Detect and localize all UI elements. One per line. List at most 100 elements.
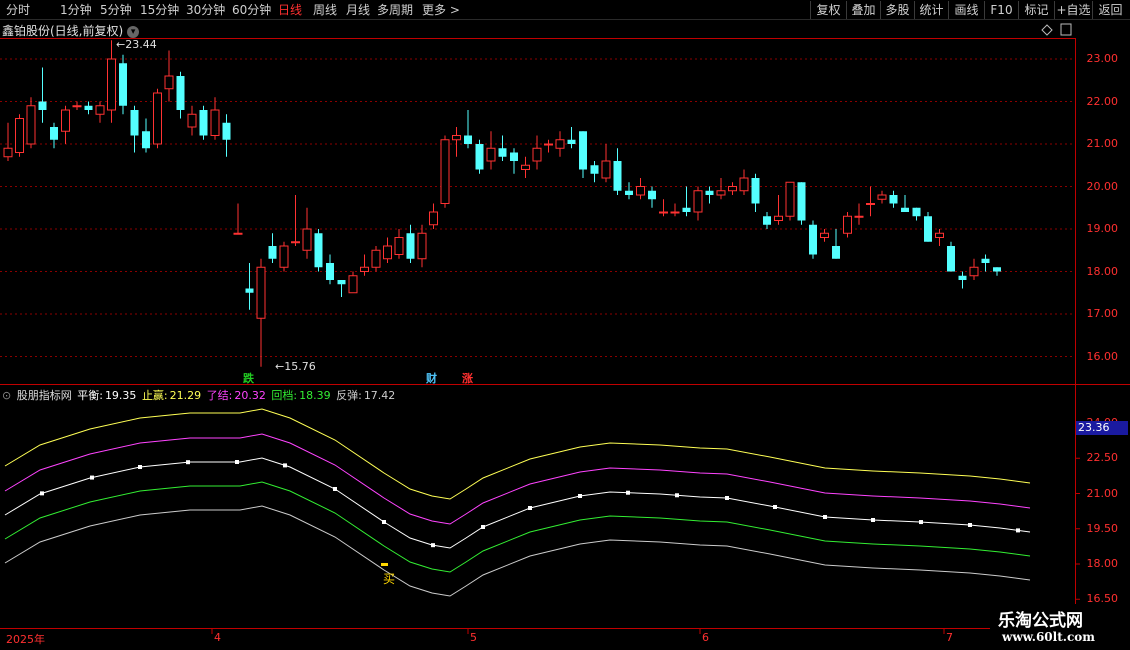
diamond-icon[interactable] bbox=[1041, 24, 1053, 36]
ind-value-balance: 19.35 bbox=[104, 389, 137, 402]
event-flag-rise[interactable]: 涨 bbox=[462, 370, 473, 386]
buy-signal: 买 bbox=[383, 572, 396, 586]
candle-body-down bbox=[625, 190, 633, 195]
date-label-year: 2025年 bbox=[6, 633, 45, 646]
price-axis-label: 16.00 bbox=[1086, 349, 1119, 363]
candle-body-down bbox=[924, 216, 932, 242]
balance-marker bbox=[333, 487, 337, 491]
candle-body-down bbox=[590, 165, 599, 174]
indicator-axis-label: 18.00 bbox=[1086, 557, 1119, 570]
candle-body-down bbox=[510, 152, 518, 161]
candle-body-up bbox=[739, 177, 749, 192]
watermark-title: 乐淘公式网 bbox=[998, 611, 1083, 631]
price-axis-label: 21.00 bbox=[1086, 137, 1119, 150]
candle-body-down bbox=[498, 148, 507, 157]
indicator-header: ⊙ 股朋指标网 平衡: 19.35 止赢: 21.29 了结: 20.32 回档: 18… bbox=[2, 387, 397, 403]
candle-body-up bbox=[969, 266, 979, 277]
balance-marker bbox=[186, 460, 190, 465]
candle-body-up bbox=[521, 164, 530, 170]
candle-body-down bbox=[119, 63, 127, 106]
candle-body-up bbox=[26, 105, 36, 145]
candle-body-down bbox=[464, 135, 472, 144]
candle-body-up bbox=[636, 186, 645, 196]
ind-label-rebound: 反弹: bbox=[336, 389, 362, 402]
indicator-settings-icon[interactable]: ⊙ bbox=[2, 389, 11, 402]
balance-marker bbox=[725, 496, 729, 500]
candle-body-down bbox=[993, 267, 1001, 272]
band-rebound bbox=[4, 505, 1031, 597]
candle-body-up bbox=[291, 241, 300, 244]
high-value: 23.44 bbox=[125, 38, 157, 51]
candle-body-up bbox=[728, 186, 737, 192]
band-pullback bbox=[4, 481, 1031, 573]
candle-body-down bbox=[50, 127, 58, 140]
candle-body-up bbox=[417, 232, 427, 260]
balance-marker bbox=[1016, 528, 1020, 533]
candle-body-up bbox=[854, 215, 864, 218]
low-value: 15.76 bbox=[284, 360, 316, 373]
candle-body-up bbox=[107, 58, 116, 111]
chart-canvas[interactable] bbox=[0, 0, 1130, 650]
indicator-axis-label: 22.50 bbox=[1086, 451, 1119, 465]
candle-body-down bbox=[567, 139, 576, 144]
current-value-tag: 23.36 bbox=[1076, 421, 1128, 435]
balance-marker bbox=[283, 463, 287, 468]
candle-body-down bbox=[245, 288, 254, 293]
candle-body-up bbox=[486, 147, 496, 162]
candle-body-up bbox=[233, 232, 243, 235]
date-label-apr: 4 bbox=[214, 631, 221, 644]
balance-marker bbox=[578, 494, 582, 498]
candle-body-up bbox=[15, 118, 24, 153]
candle-body-down bbox=[176, 76, 185, 110]
candle-body-up bbox=[256, 266, 266, 319]
balance-marker bbox=[235, 460, 239, 464]
candle-body-down bbox=[889, 195, 898, 204]
candle-body-down bbox=[958, 275, 967, 280]
candle-body-down bbox=[142, 131, 150, 149]
candle-body-down bbox=[947, 246, 955, 272]
candle-body-down bbox=[797, 182, 806, 221]
candle-body-up bbox=[440, 139, 450, 204]
balance-marker bbox=[40, 491, 44, 496]
balance-marker bbox=[626, 490, 630, 495]
candle-body-up bbox=[394, 237, 404, 255]
ind-value-pullback: 18.39 bbox=[299, 389, 331, 402]
candle-body-down bbox=[809, 224, 817, 255]
indicator-name: 股朋指标网 bbox=[16, 389, 72, 402]
low-annotation: ←15.76 bbox=[275, 360, 316, 373]
balance-marker bbox=[871, 518, 875, 522]
candle-body-up bbox=[383, 245, 392, 260]
candle-body-up bbox=[61, 109, 70, 132]
indicator-axis-label: 19.50 bbox=[1086, 521, 1119, 535]
ind-label-balance: 平衡: bbox=[77, 389, 103, 402]
ind-label-take-profit: 止赢: bbox=[141, 389, 168, 402]
candle-body-down bbox=[981, 258, 990, 263]
candle-body-down bbox=[682, 207, 691, 212]
ind-label-close-out: 了结: bbox=[206, 389, 233, 402]
candle-body-up bbox=[429, 211, 438, 226]
candle-body-up bbox=[820, 232, 829, 238]
balance-marker bbox=[90, 475, 94, 480]
candle-body-up bbox=[348, 275, 358, 294]
panel-icon[interactable] bbox=[1060, 23, 1072, 36]
candle-body-down bbox=[199, 110, 208, 136]
candle-body-up bbox=[693, 190, 703, 213]
event-flag-fall[interactable]: 跌 bbox=[243, 370, 254, 386]
balance-marker bbox=[823, 515, 827, 519]
candle-body-up bbox=[774, 215, 783, 221]
candle-body-up bbox=[72, 105, 82, 108]
candle-body-up bbox=[452, 135, 461, 141]
candle-body-up bbox=[544, 143, 553, 146]
ind-value-close-out: 20.32 bbox=[234, 389, 266, 402]
balance-marker bbox=[773, 505, 777, 509]
ind-value-rebound: 17.42 bbox=[363, 389, 396, 402]
candle-body-up bbox=[302, 228, 312, 251]
candle-body-down bbox=[912, 207, 921, 217]
watermark-url: www.60lt.com bbox=[1002, 630, 1095, 644]
high-annotation: ←23.44 bbox=[116, 38, 157, 51]
candle-body-down bbox=[268, 246, 277, 259]
candle-body-down bbox=[406, 233, 415, 259]
date-label-jul: 7 bbox=[946, 631, 953, 644]
candle-body-down bbox=[579, 131, 587, 170]
event-flag-finance[interactable]: 财 bbox=[426, 370, 437, 386]
